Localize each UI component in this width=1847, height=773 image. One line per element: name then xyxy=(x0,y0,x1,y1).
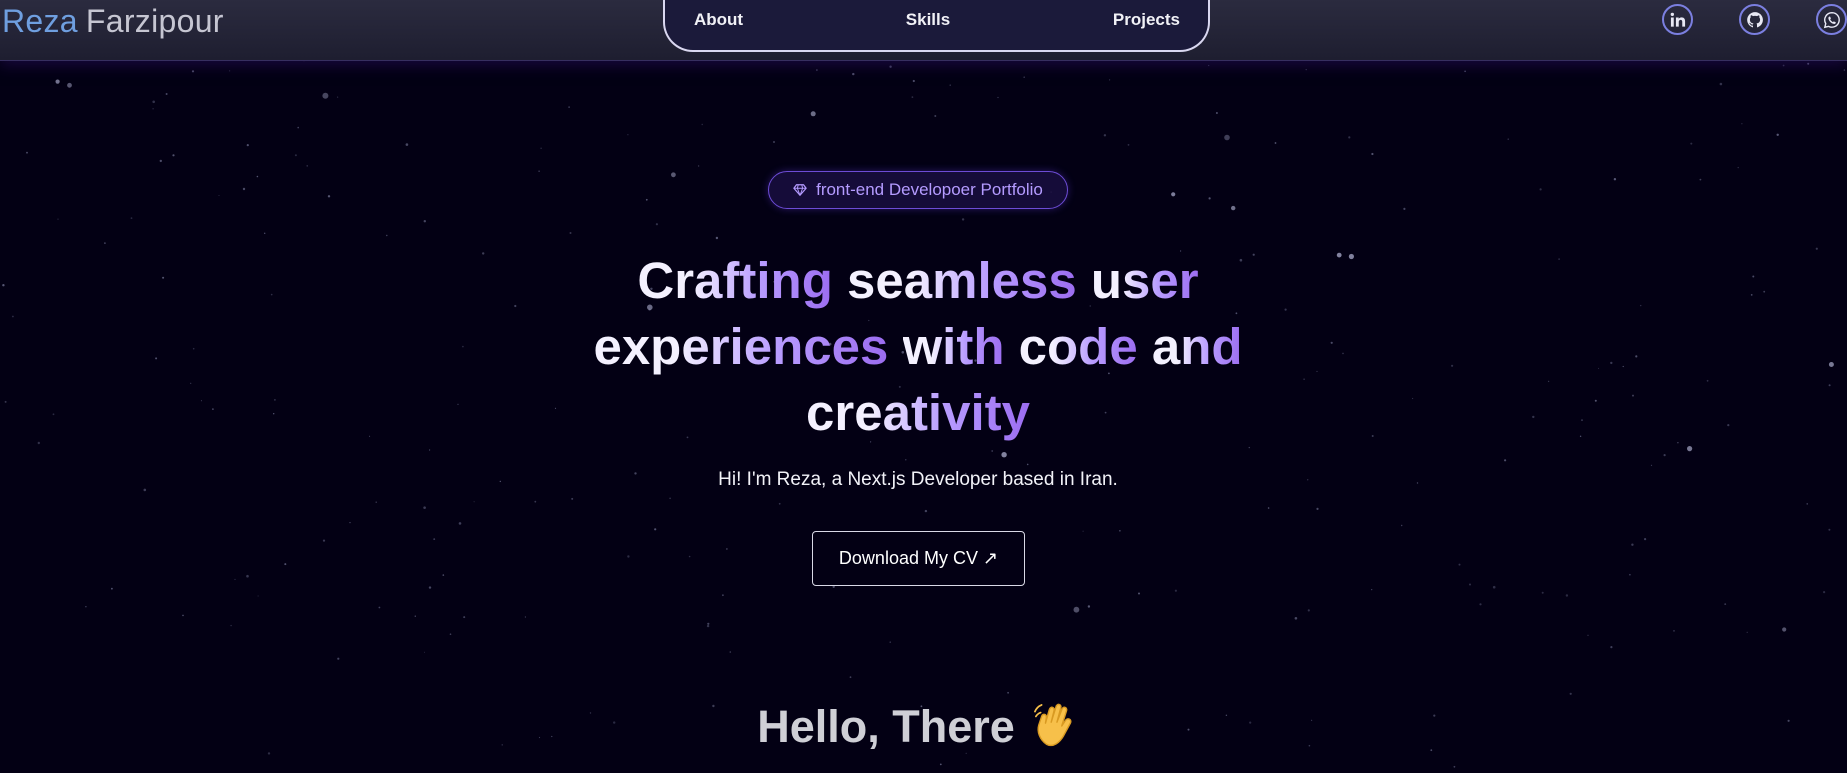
headline-word: experiences xyxy=(593,314,888,380)
brand-logo[interactable]: Reza Farzipour xyxy=(2,0,224,42)
headline-line: Crafting seamless user xyxy=(573,248,1263,314)
hero-subtitle: Hi! I'm Reza, a Next.js Developer based … xyxy=(718,469,1118,490)
social-links xyxy=(1647,4,1847,38)
whatsapp-icon[interactable] xyxy=(1816,4,1847,35)
nav-menu: About Skills Projects xyxy=(663,0,1210,52)
headline-word: and xyxy=(1152,314,1243,380)
nav-link-projects[interactable]: Projects xyxy=(1113,10,1180,30)
github-icon[interactable] xyxy=(1739,4,1770,35)
hello-heading: Hello, There xyxy=(573,701,1263,753)
headline-word: seamless xyxy=(847,248,1077,314)
hero-section: front-end Developoer Portfolio Crafting … xyxy=(0,60,1847,773)
linkedin-glyph xyxy=(1670,12,1685,27)
nav-link-skills[interactable]: Skills xyxy=(906,10,950,30)
download-cv-button[interactable]: Download My CV ↗ xyxy=(812,531,1025,586)
headline-word: user xyxy=(1091,248,1199,314)
headline-line: creativity xyxy=(573,380,1263,446)
headline-word: Crafting xyxy=(637,248,832,314)
headline-line: experiences with code and xyxy=(573,314,1263,380)
github-glyph xyxy=(1746,11,1763,27)
hero-headline: Crafting seamless user experiences with c… xyxy=(573,248,1263,446)
headline-word: creativity xyxy=(806,380,1030,446)
whatsapp-glyph xyxy=(1823,11,1840,28)
linkedin-icon[interactable] xyxy=(1662,4,1693,35)
headline-word: code xyxy=(1019,314,1138,380)
navbar: Reza Farzipour About Skills Projects xyxy=(0,0,1847,61)
gem-icon xyxy=(793,184,807,196)
badge-text: front-end Developoer Portfolio xyxy=(816,180,1043,199)
brand-first-name: Reza xyxy=(2,3,78,39)
portfolio-badge: front-end Developoer Portfolio xyxy=(768,171,1068,209)
headline-word: with xyxy=(903,314,1005,380)
brand-last-name: Farzipour xyxy=(85,3,224,39)
waving-hand-icon xyxy=(1033,703,1072,747)
hello-text: Hello, There xyxy=(757,701,1015,752)
nav-link-about[interactable]: About xyxy=(694,10,743,30)
